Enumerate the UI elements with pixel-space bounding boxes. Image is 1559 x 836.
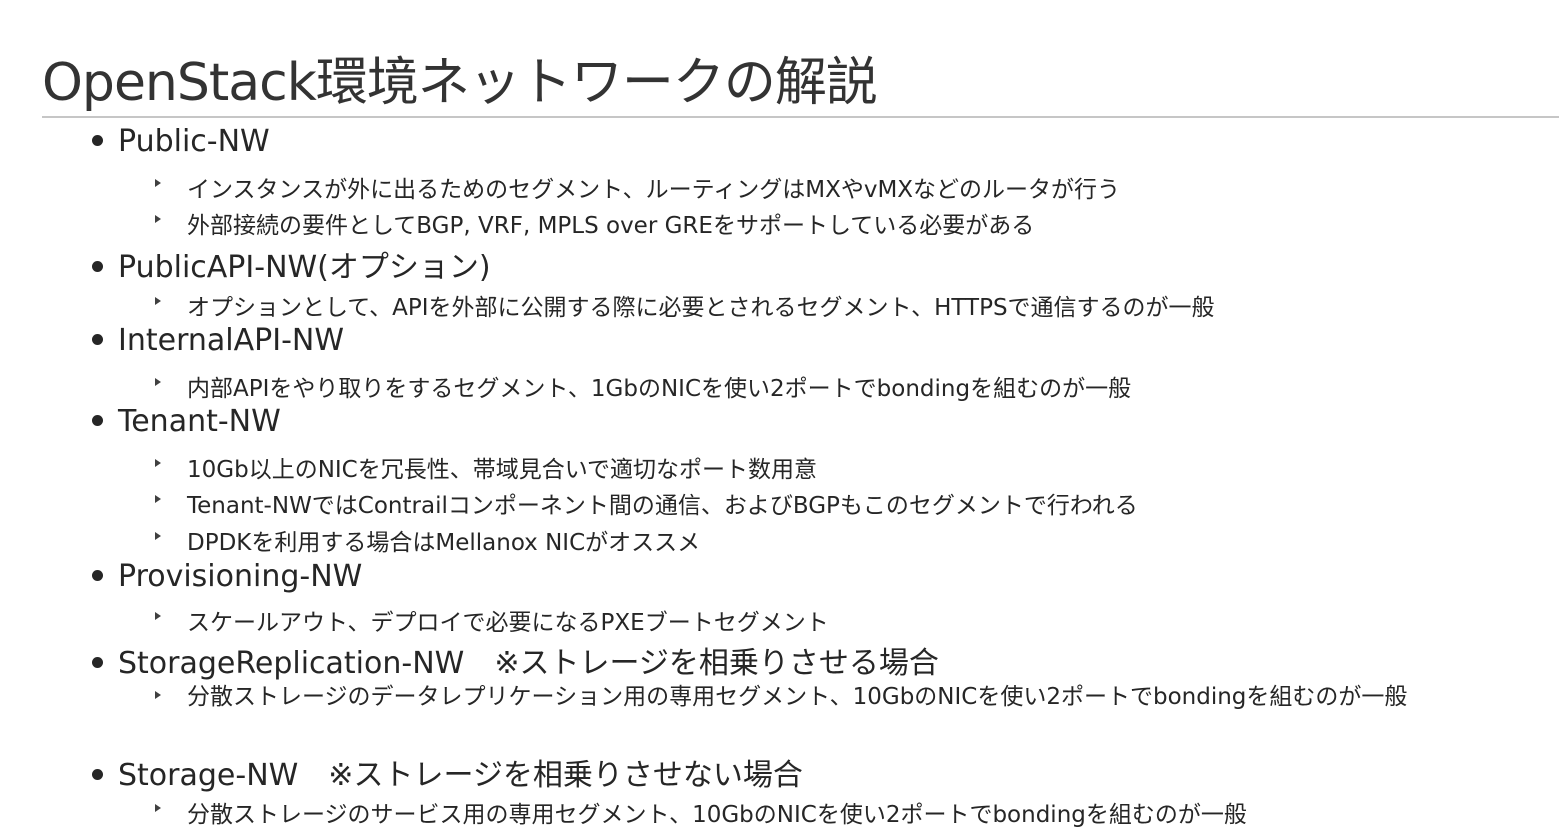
list-item-text: 内部APIをやり取りをするセグメント、1GbのNICを使い2ポートでbondin… xyxy=(187,376,1132,402)
triangle-bullet-icon xyxy=(155,179,161,187)
section-heading-public-nw: Public-NW xyxy=(92,124,270,159)
bullet-dot-icon xyxy=(92,415,103,426)
triangle-bullet-icon xyxy=(155,459,161,467)
section-heading-tenant-nw: Tenant-NW xyxy=(92,404,281,439)
triangle-bullet-icon xyxy=(155,612,161,620)
section-heading-text: Storage-NW ※ストレージを相乗りさせない場合 xyxy=(118,758,803,793)
list-item-text: 分散ストレージのサービス用の専用セグメント、10GbのNICを使い2ポートでbo… xyxy=(187,802,1247,828)
section-heading-text: Tenant-NW xyxy=(118,404,281,439)
triangle-bullet-icon xyxy=(155,495,161,503)
section-heading-storage-nw: Storage-NW ※ストレージを相乗りさせない場合 xyxy=(92,750,803,794)
section-heading-storagereplication-nw: StorageReplication-NW ※ストレージを相乗りさせる場合 xyxy=(92,638,939,682)
triangle-bullet-icon xyxy=(155,215,161,223)
bullet-dot-icon xyxy=(92,261,103,272)
bullet-dot-icon xyxy=(92,135,103,146)
bullet-dot-icon xyxy=(92,334,103,345)
bullet-list: Public-NW インスタンスが外に出るためのセグメント、ルーティングはMXや… xyxy=(0,0,1559,836)
list-item-text: インスタンスが外に出るためのセグメント、ルーティングはMXやvMXなどのルータが… xyxy=(187,177,1121,203)
triangle-bullet-icon xyxy=(155,532,161,540)
list-item-text: DPDKを利用する場合はMellanox NICがオススメ xyxy=(187,530,701,556)
section-heading-provisioning-nw: Provisioning-NW xyxy=(92,559,362,594)
section-heading-text: InternalAPI-NW xyxy=(118,323,345,358)
section-heading-text: StorageReplication-NW ※ストレージを相乗りさせる場合 xyxy=(118,646,939,681)
section-heading-text: Public-NW xyxy=(118,124,270,159)
triangle-bullet-icon xyxy=(155,378,161,386)
section-heading-publicapi-nw: PublicAPI-NW(オプション) xyxy=(92,242,491,286)
bullet-dot-icon xyxy=(92,657,103,668)
bullet-dot-icon xyxy=(92,769,103,780)
section-heading-internalapi-nw: InternalAPI-NW xyxy=(92,323,344,358)
list-item-text: 分散ストレージのデータレプリケーション用の専用セグメント、10GbのNICを使い… xyxy=(187,684,1408,710)
list-item-text: スケールアウト、デプロイで必要になるPXEブートセグメント xyxy=(187,610,829,636)
list-item-text: 10Gb以上のNICを冗長性、帯域見合いで適切なポート数用意 xyxy=(187,457,818,483)
list-item-text: Tenant-NWではContrailコンポーネント間の通信、およびBGPもこの… xyxy=(187,493,1138,519)
list-item-text: オプションとして、APIを外部に公開する際に必要とされるセグメント、HTTPSで… xyxy=(187,295,1215,321)
list-item-text: 外部接続の要件としてBGP, VRF, MPLS over GREをサポートして… xyxy=(187,213,1035,239)
triangle-bullet-icon xyxy=(155,297,161,305)
triangle-bullet-icon xyxy=(155,804,161,812)
section-heading-text: PublicAPI-NW(オプション) xyxy=(118,250,491,285)
section-heading-text: Provisioning-NW xyxy=(118,559,363,594)
triangle-bullet-icon xyxy=(155,691,161,699)
bullet-dot-icon xyxy=(92,570,103,581)
